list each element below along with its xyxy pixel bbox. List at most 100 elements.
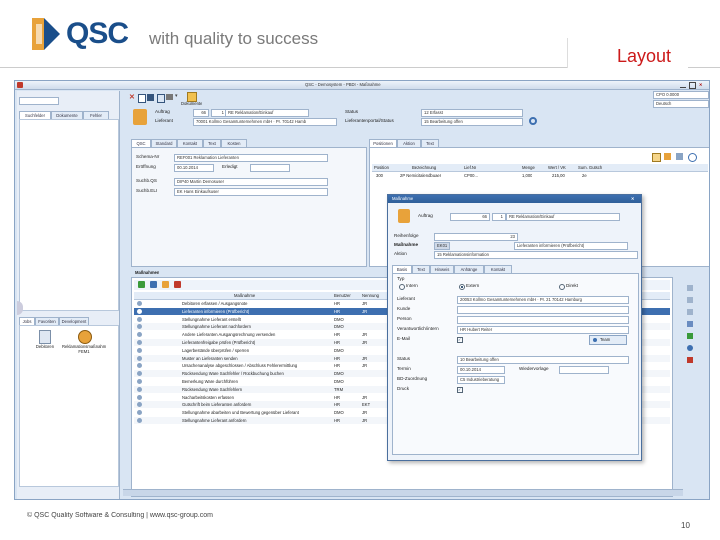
maximize-icon[interactable] [689, 82, 696, 89]
kunde-field[interactable] [457, 306, 629, 314]
warning-icon[interactable] [687, 357, 693, 363]
col-header[interactable]: Maßnahme [234, 293, 255, 298]
lieferantenportal-status-select[interactable]: 15 Bearbeitung offen [421, 118, 523, 126]
col-header[interactable]: Benutzer [334, 293, 351, 298]
row-status-icon[interactable] [137, 410, 142, 416]
new-icon[interactable] [138, 94, 146, 103]
language-select[interactable]: Deutsch [653, 100, 709, 108]
team-button[interactable]: Team [589, 335, 627, 345]
bd-select[interactable]: C5 Industrieberatung [457, 376, 505, 384]
verantwortlich-field[interactable]: HR Hubert Reiter [457, 326, 629, 334]
erledigt-field[interactable] [250, 164, 290, 172]
col-header[interactable]: Position [374, 165, 389, 170]
auftrag-nr-field[interactable]: 66 [193, 109, 209, 117]
tab-fehler[interactable]: Fehler [83, 111, 109, 119]
save-icon[interactable] [147, 94, 154, 101]
tab-suchfelder[interactable]: Suchfelder [19, 111, 51, 119]
row-status-icon[interactable] [137, 308, 142, 314]
delete-icon[interactable]: ✕ [129, 93, 135, 101]
dropdown-arrow-icon[interactable]: ▾ [175, 93, 178, 99]
tab-hinweis[interactable]: Hinweis [430, 265, 454, 273]
druck-checkbox[interactable]: ✓ [457, 387, 463, 393]
col-header[interactable]: Wert / VK [548, 165, 566, 170]
eroeffnung-field[interactable]: 00.10.2014 [174, 164, 214, 172]
documents-label[interactable]: Dokumente [181, 101, 202, 106]
lieferant-field[interactable]: 20053 Kollmo Gesamtunternehmen mbH · Pr.… [457, 296, 629, 304]
reihenfolge-field[interactable]: 23 [434, 233, 518, 241]
down-icon[interactable] [687, 297, 693, 303]
row-status-icon[interactable] [137, 379, 142, 384]
hand-icon[interactable] [652, 153, 661, 162]
table-row[interactable]: 300 2P Nemicitalendbuaer CP00... 1,000 2… [372, 172, 708, 179]
row-status-icon[interactable] [137, 402, 142, 408]
col-header[interactable]: Nennung [362, 293, 379, 298]
email-checkbox[interactable]: ✓ [457, 337, 463, 343]
tab-text[interactable]: Text [203, 139, 221, 147]
tab-aktion[interactable]: Aktion [397, 139, 421, 147]
person-field[interactable] [457, 316, 629, 324]
minimize-icon[interactable] [680, 83, 686, 88]
termin-field[interactable]: 00.10.2014 [457, 366, 505, 374]
left-collapse-handle[interactable] [17, 301, 23, 315]
radio-extern[interactable] [459, 284, 465, 290]
row-status-icon[interactable] [137, 418, 142, 423]
tab-positionen[interactable]: Positionen [369, 139, 397, 147]
radio-intern[interactable] [399, 284, 405, 290]
row-status-icon[interactable] [137, 386, 142, 392]
tab-basis[interactable]: Basis [392, 265, 412, 273]
add-icon[interactable] [138, 281, 145, 288]
status-select[interactable]: 12 Erfasst [421, 109, 523, 117]
reklamation-shortcut[interactable]: Reklamationsmaßnahme FEM1 [62, 330, 106, 356]
pen-icon[interactable] [664, 153, 671, 160]
massnahme-code-field[interactable]: EK01 [434, 242, 450, 250]
tab-favoriten[interactable]: Favoriten [35, 317, 59, 325]
row-status-icon[interactable] [137, 363, 142, 369]
aktion-select[interactable]: 15 Reklamationsinformation [434, 251, 638, 259]
copy-icon[interactable] [157, 94, 165, 103]
refresh-icon[interactable] [688, 153, 697, 162]
print-icon[interactable] [166, 94, 173, 100]
dialog-auftrag-nr[interactable]: 66 [450, 213, 490, 221]
massnahme-text-field[interactable]: Lieferanten informieren (Prüfbericht) [514, 242, 628, 250]
calendar-icon[interactable] [687, 333, 693, 339]
status-select[interactable]: 10 Bearbeitung offen [457, 356, 629, 364]
row-status-icon[interactable] [137, 340, 142, 345]
edit-icon[interactable] [150, 281, 157, 288]
wiedervorlage-field[interactable] [559, 366, 609, 374]
tab-dokumente[interactable]: Dokumente [51, 111, 83, 119]
tab-kontakt[interactable]: Kontakt [177, 139, 203, 147]
col-header[interactable]: Menge [522, 165, 535, 170]
lieferant-field[interactable]: 70001 Kollmo Gesamtunternehmen mbH · Pr.… [193, 118, 337, 126]
cpo-field[interactable]: CPO 0.0000 [653, 91, 709, 99]
dialog-auftrag-sub[interactable]: 1 [492, 213, 506, 221]
row-status-icon[interactable] [137, 316, 142, 322]
row-status-icon[interactable] [137, 347, 142, 353]
col-header[interactable]: Sum. Gutsch [578, 165, 602, 170]
refresh-icon[interactable] [529, 117, 537, 125]
radio-direkt[interactable] [559, 284, 565, 290]
delete-icon[interactable] [174, 281, 181, 288]
tab-kontakt[interactable]: Kontakt [484, 265, 512, 273]
tab-kosten[interactable]: Kosten [221, 139, 247, 147]
suchel-field[interactable]: EK Hans Einkaufsuser [174, 188, 328, 196]
open-icon[interactable] [162, 281, 169, 288]
tab-qsc[interactable]: QSC [131, 139, 151, 147]
debitoren-shortcut[interactable]: Debitoren [30, 330, 60, 352]
filter-icon[interactable] [687, 321, 693, 327]
grid-icon[interactable] [676, 153, 683, 160]
tab-text-right[interactable]: Text [421, 139, 439, 147]
col-header[interactable]: Lief.Nr [464, 165, 476, 170]
row-status-icon[interactable] [137, 355, 142, 361]
row-status-icon[interactable] [137, 332, 142, 338]
up-icon[interactable] [687, 285, 693, 291]
col-header[interactable]: Bezeichnung [412, 165, 436, 170]
left-search-input[interactable] [19, 97, 59, 105]
tab-standard[interactable]: Standard [151, 139, 177, 147]
row-status-icon[interactable] [137, 324, 142, 330]
app-menu-icon[interactable] [17, 82, 23, 88]
next-icon[interactable] [687, 309, 693, 315]
horizontal-scrollbar[interactable] [123, 489, 683, 496]
dialog-close-icon[interactable]: ✕ [631, 196, 635, 201]
row-status-icon[interactable] [137, 394, 142, 400]
info-icon[interactable] [687, 345, 693, 351]
